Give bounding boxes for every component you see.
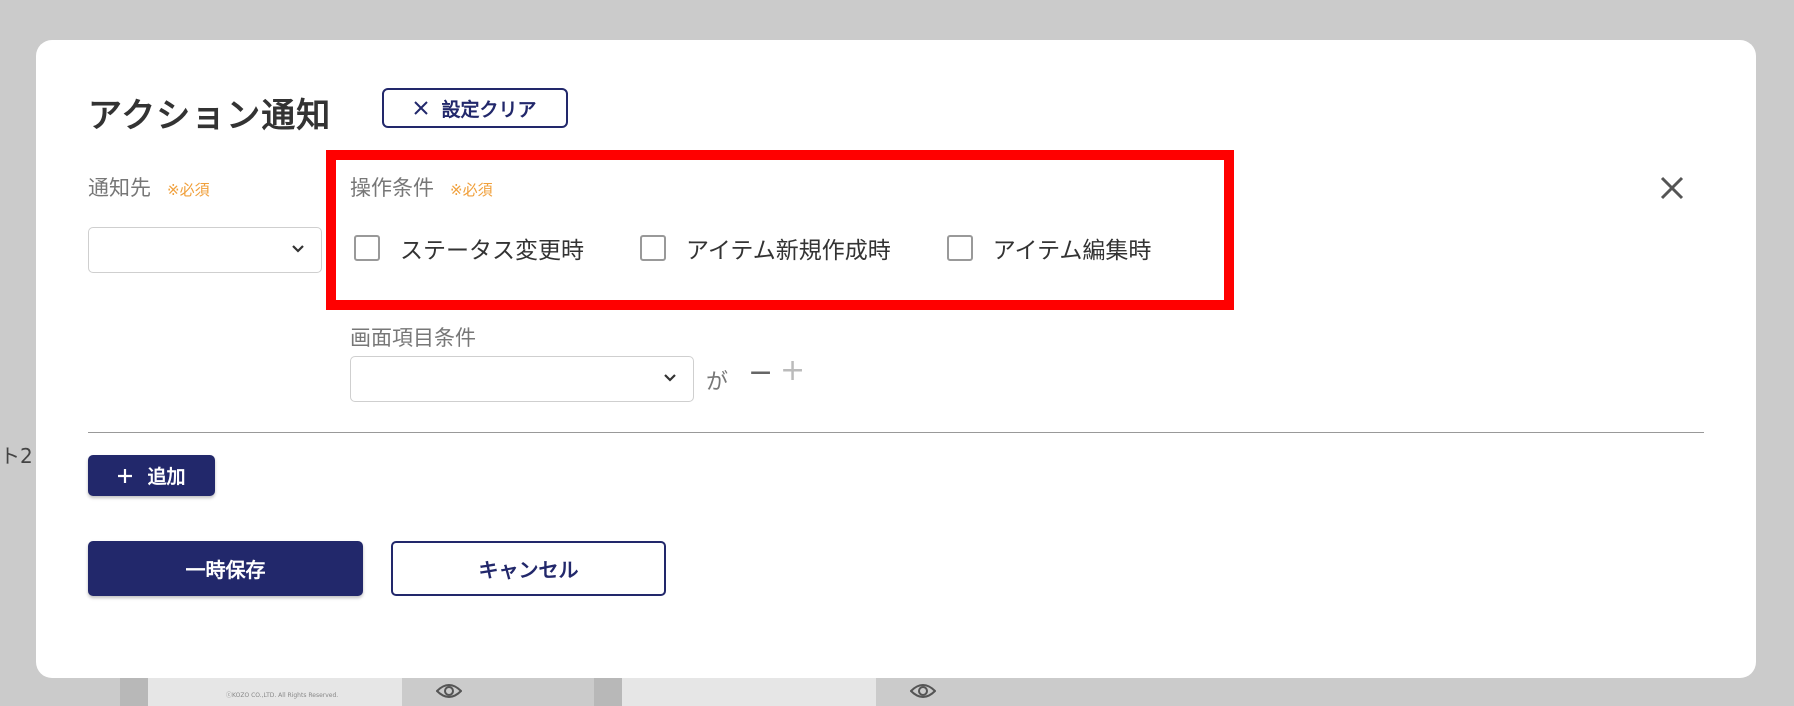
add-button-label: 追加: [147, 466, 186, 488]
add-condition-button[interactable]: +: [780, 356, 805, 386]
cancel-button[interactable]: キャンセル: [391, 541, 666, 596]
add-button[interactable]: 追加: [88, 455, 215, 496]
required-badge: ※必須: [167, 181, 210, 199]
recipient-label: 通知先: [88, 176, 151, 200]
eye-icon[interactable]: [910, 678, 936, 704]
thumbnail-edge: [120, 676, 148, 706]
thumbnail-caption: ⓒKOZO CO.,LTD. All Rights Reserved.: [226, 692, 339, 699]
remove-condition-button[interactable]: −: [748, 358, 773, 388]
recipient-label-row: 通知先 ※必須: [88, 172, 210, 202]
eye-icon[interactable]: [436, 678, 462, 704]
screen-item-condition-label: 画面項目条件: [350, 326, 476, 350]
dialog-title: アクション通知: [88, 96, 332, 136]
clear-settings-button[interactable]: 設定クリア: [382, 88, 568, 128]
thumbnail: ⓒKOZO CO.,LTD. All Rights Reserved.: [148, 676, 402, 706]
condition-connector: が: [706, 370, 729, 395]
clear-settings-label: 設定クリア: [441, 98, 537, 121]
highlight-frame: [326, 150, 1234, 310]
plus-icon: [118, 468, 133, 483]
chevron-down-icon: [664, 374, 676, 382]
action-notification-dialog: アクション通知 設定クリア 通知先 ※必須 操作条件 ※必須 ステータス変更時 アイ…: [36, 40, 1756, 678]
thumbnail-edge: [594, 676, 622, 706]
recipient-select[interactable]: [88, 227, 322, 273]
x-icon: [414, 101, 429, 115]
screen-item-select[interactable]: [350, 356, 694, 402]
thumbnail: [622, 676, 876, 706]
chevron-down-icon: [292, 245, 304, 253]
background-side-text: ト2: [0, 444, 33, 468]
close-icon[interactable]: [1654, 170, 1690, 206]
temporary-save-button[interactable]: 一時保存: [88, 541, 363, 596]
background-thumbnail-strip: ⓒKOZO CO.,LTD. All Rights Reserved.: [120, 676, 1020, 706]
divider: [88, 432, 1704, 433]
